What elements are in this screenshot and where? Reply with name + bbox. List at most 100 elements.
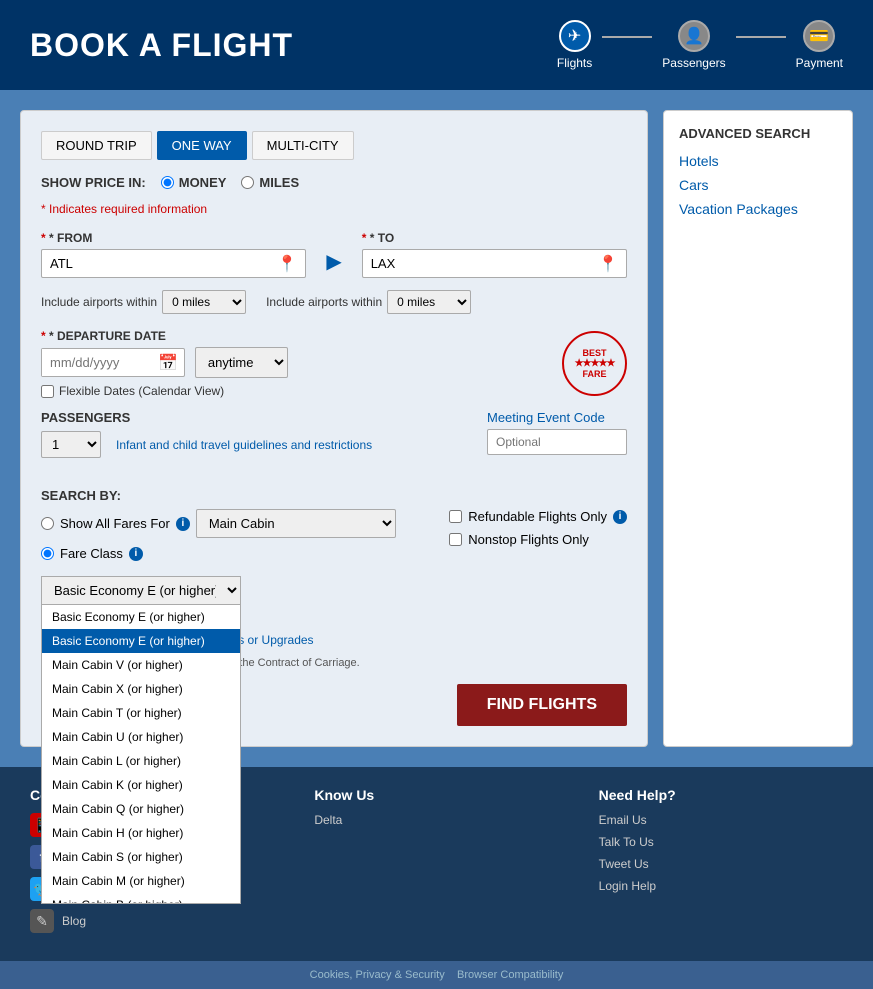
money-option: MONEY [161,175,227,190]
passengers-select[interactable]: 12345 [41,431,101,458]
dropdown-option-7[interactable]: Main Cabin K (or higher) [42,773,240,797]
departure-time-select[interactable]: anytime morning afternoon evening [195,347,288,378]
dropdown-option-10[interactable]: Main Cabin S (or higher) [42,845,240,869]
footer-need-help: Need Help? Email Us Talk To Us Tweet Us … [599,787,843,941]
to-miles-select[interactable]: 0 miles 30 miles 60 miles 100 miles [387,290,471,314]
dropdown-option-1[interactable]: Basic Economy E (or higher) [42,629,240,653]
to-airport-within: Include airports within 0 miles 30 miles… [266,290,471,314]
show-price-label: SHOW PRICE IN: [41,175,146,190]
refundable-option: Refundable Flights Only i [449,509,627,524]
show-fares-radio[interactable] [41,517,54,530]
nonstop-checkbox[interactable] [449,533,462,546]
from-label: * * FROM [41,231,306,245]
step-passengers-label: Passengers [662,56,725,70]
refundable-checkbox[interactable] [449,510,462,523]
miles-radio[interactable] [241,176,254,189]
dropdown-option-4[interactable]: Main Cabin T (or higher) [42,701,240,725]
dropdown-option-12[interactable]: Main Cabin B (or higher) [42,893,240,904]
departure-label: * * DEPARTURE DATE [41,329,627,343]
footer-tweet-link[interactable]: Tweet Us [599,857,843,871]
dropdown-option-2[interactable]: Main Cabin V (or higher) [42,653,240,677]
search-by-row: Show All Fares For i Main Cabin Fare Cla… [41,509,627,561]
required-note: * Indicates required information [41,202,627,216]
fare-class-option: Fare Class i [41,546,396,561]
refundable-info-icon[interactable]: i [613,510,627,524]
dropdown-option-3[interactable]: Main Cabin X (or higher) [42,677,240,701]
footer-bottom: Cookies, Privacy & Security Browser Comp… [0,961,873,989]
from-airport-within: Include airports within 0 miles 30 miles… [41,290,246,314]
miles-option: MILES [241,175,299,190]
footer-talk-link[interactable]: Talk To Us [599,835,843,849]
money-label: MONEY [179,175,227,190]
nonstop-option: Nonstop Flights Only [449,532,627,547]
from-airports-label: Include airports within [41,295,157,309]
money-radio[interactable] [161,176,174,189]
footer-bottom-left[interactable]: Cookies, Privacy & Security [310,969,445,981]
fare-class-dropdown-list: Basic Economy E (or higher)Basic Economy… [41,604,241,904]
footer-email-link[interactable]: Email Us [599,813,843,827]
search-by-section: SEARCH BY: Show All Fares For i Main Cab… [41,488,627,561]
tweet-label: Tweet Us [599,857,649,871]
dropdown-option-0[interactable]: Basic Economy E (or higher) [42,605,240,629]
departure-date-input[interactable] [42,349,152,376]
nonstop-label: Nonstop Flights Only [468,532,589,547]
airports-row: Include airports within 0 miles 30 miles… [41,290,627,314]
talk-label: Talk To Us [599,835,654,849]
trip-type-row: ROUND TRIP ONE WAY MULTI-CITY [41,131,627,160]
cabin-select[interactable]: Main Cabin [196,509,396,538]
to-label: * * TO [362,231,627,245]
passengers-section: PASSENGERS 12345 Infant and child travel… [41,410,372,458]
meeting-event-label[interactable]: Meeting Event Code [487,410,627,425]
show-fares-label: Show All Fares For [60,516,170,531]
flexible-dates-checkbox[interactable] [41,385,54,398]
delta-label: Delta [314,813,342,827]
to-input[interactable] [363,250,590,277]
footer-delta-link[interactable]: Delta [314,813,558,827]
dropdown-option-6[interactable]: Main Cabin L (or higher) [42,749,240,773]
sidebar-link-hotels[interactable]: Hotels [679,153,837,169]
from-field-group: * * FROM 📍 [41,231,306,278]
infant-link[interactable]: Infant and child travel guidelines and r… [116,438,372,452]
round-trip-button[interactable]: ROUND TRIP [41,131,152,160]
from-miles-select[interactable]: 0 miles 30 miles 60 miles 100 miles [162,290,246,314]
fare-class-select-trigger[interactable]: Basic Economy E (or higher) [41,576,241,605]
blog-icon: ✎ [30,909,54,933]
step-passengers: 👤 Passengers [662,20,725,70]
page-header: BOOK A FLIGHT ✈ Flights 👤 Passengers 💳 P… [0,0,873,90]
footer-blog-link[interactable]: ✎ Blog [30,909,274,933]
footer-login-link[interactable]: Login Help [599,879,843,893]
sidebar-link-cars[interactable]: Cars [679,177,837,193]
from-input-wrap: 📍 [41,249,306,278]
blog-label: Blog [62,914,86,928]
miles-label: MILES [259,175,299,190]
footer-browser-compat[interactable]: Browser Compatibility [457,969,563,981]
step-passengers-circle: 👤 [678,20,710,52]
dropdown-option-11[interactable]: Main Cabin M (or higher) [42,869,240,893]
from-input[interactable] [42,250,269,277]
refundable-label: Refundable Flights Only [468,509,607,524]
page-title: BOOK A FLIGHT [30,27,293,64]
sidebar-link-vacation[interactable]: Vacation Packages [679,201,837,217]
one-way-button[interactable]: ONE WAY [157,131,247,160]
search-by-label: SEARCH BY: [41,488,627,503]
step-flights-circle: ✈ [559,20,591,52]
meeting-event-input[interactable] [487,429,627,455]
to-airports-label: Include airports within [266,295,382,309]
step-line-2 [736,36,786,38]
sidebar-title: ADVANCED SEARCH [679,126,837,141]
show-fares-option: Show All Fares For i Main Cabin [41,509,396,538]
dropdown-option-5[interactable]: Main Cabin U (or higher) [42,725,240,749]
fare-class-label: Fare Class [60,546,123,561]
passengers-label: PASSENGERS [41,410,372,425]
fare-class-radio[interactable] [41,547,54,560]
step-payment-label: Payment [796,56,843,70]
show-fares-info-icon[interactable]: i [176,517,190,531]
sidebar: ADVANCED SEARCH Hotels Cars Vacation Pac… [663,110,853,747]
dropdown-option-8[interactable]: Main Cabin Q (or higher) [42,797,240,821]
from-to-row: * * FROM 📍 ▶ * * TO 📍 [41,231,627,278]
from-location-icon: 📍 [269,254,305,274]
fare-class-info-icon[interactable]: i [129,547,143,561]
dropdown-option-9[interactable]: Main Cabin H (or higher) [42,821,240,845]
multi-city-button[interactable]: MULTI-CITY [252,131,354,160]
find-flights-button[interactable]: FIND FLIGHTS [457,684,627,726]
